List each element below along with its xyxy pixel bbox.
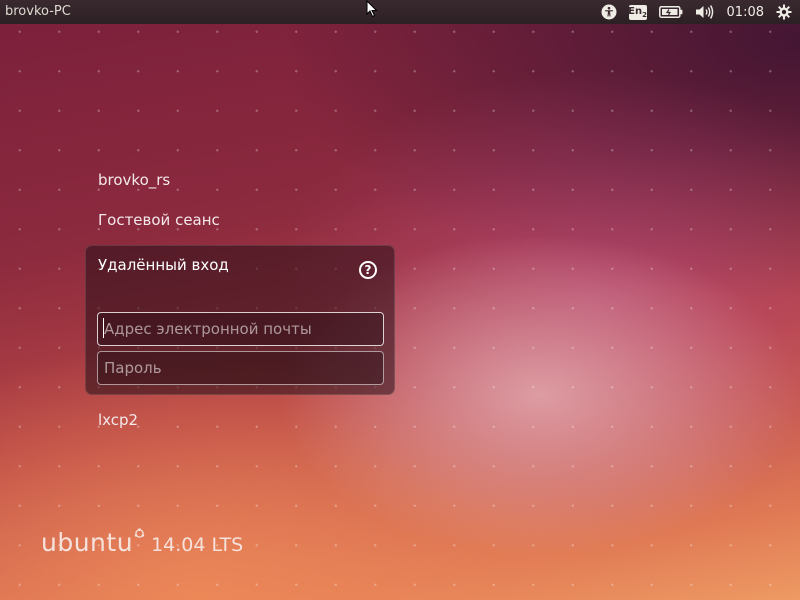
user-item-guest-session[interactable]: Гостевой сеанс <box>98 211 220 229</box>
circle-of-friends-icon <box>134 524 145 543</box>
volume-icon[interactable] <box>695 0 715 24</box>
remote-login-title: Удалённый вход <box>98 256 229 274</box>
text-caret <box>103 318 104 338</box>
keyboard-layout-label: En <box>628 6 643 17</box>
clock[interactable]: 01:08 <box>727 5 764 20</box>
ubuntu-wordmark: ubuntu <box>41 528 134 557</box>
battery-icon[interactable] <box>658 0 683 24</box>
help-button[interactable]: ? <box>359 261 377 279</box>
password-field[interactable] <box>97 351 384 385</box>
email-field[interactable] <box>97 312 384 346</box>
accessibility-icon[interactable] <box>601 0 617 24</box>
version-label: 14.04 LTS <box>151 534 244 556</box>
hostname-label: brovko-PC <box>5 4 71 19</box>
user-item-lxcp2[interactable]: lxcp2 <box>98 411 138 429</box>
keyboard-layout-indicator[interactable]: En 2 <box>628 0 647 24</box>
power-icon[interactable] <box>776 0 792 24</box>
top-panel: brovko-PC En 2 01:08 <box>0 0 800 24</box>
indicator-area: En 2 01:08 <box>601 0 800 24</box>
keyboard-layout-sub: 2 <box>642 10 647 19</box>
user-item-brovko-rs[interactable]: brovko_rs <box>98 171 170 189</box>
help-icon: ? <box>364 263 372 277</box>
ubuntu-logo: ubuntu 14.04 LTS <box>41 528 243 557</box>
mouse-cursor-icon <box>366 0 378 22</box>
keyboard-layout-icon: En 2 <box>628 4 647 20</box>
remote-login-panel: Удалённый вход ? <box>85 245 395 395</box>
